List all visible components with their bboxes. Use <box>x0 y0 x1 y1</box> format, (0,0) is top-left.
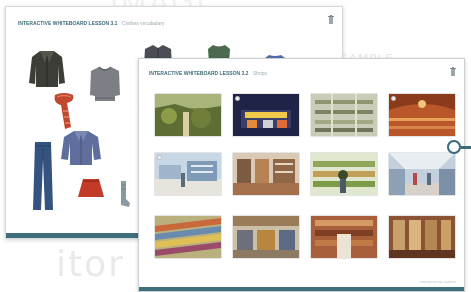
photo-badge <box>391 96 396 101</box>
photo-book-shop[interactable] <box>311 216 377 258</box>
window-title-text: INTERACTIVE WHITEBOARD LESSON 3.2 <box>149 71 249 77</box>
photo-night-market[interactable] <box>233 94 299 136</box>
photo-theatre[interactable] <box>389 94 455 136</box>
jeans-item[interactable] <box>32 140 54 212</box>
sweater-item[interactable] <box>89 65 121 103</box>
watermark-bottom: itor <box>56 244 125 285</box>
window-title: INTERACTIVE WHITEBOARD LESSON 3.1 Clothe… <box>18 21 164 27</box>
window-bottom-bar <box>139 287 464 291</box>
window-subtitle: Shops <box>252 71 268 77</box>
window-title-text: INTERACTIVE WHITEBOARD LESSON 3.1 <box>18 21 118 27</box>
circle-arrow-icon[interactable] <box>447 140 461 154</box>
garden-shop-image <box>155 94 221 136</box>
cafe-image <box>389 216 455 258</box>
photo-badge <box>235 96 240 101</box>
department-store-image <box>233 216 299 258</box>
photo-supermarket[interactable] <box>155 153 221 195</box>
handle-connector-line <box>461 146 471 149</box>
window-title: INTERACTIVE WHITEBOARD LESSON 3.2 Shops <box>149 71 267 77</box>
photo-grocery[interactable] <box>311 153 377 195</box>
blue-jacket-item[interactable] <box>60 129 102 169</box>
photo-department-store[interactable] <box>233 216 299 258</box>
photo-textile-shop[interactable] <box>155 216 221 258</box>
photo-garden-shop[interactable] <box>155 94 221 136</box>
window-subtitle: Clothes vocabulary <box>121 21 165 27</box>
clothes-shop-image <box>311 94 377 136</box>
footer-text: CORNERSTONE SAMPLE <box>419 280 456 284</box>
shopping-centre-image <box>389 153 455 195</box>
bin-icon[interactable] <box>450 67 456 77</box>
red-skirt-item[interactable] <box>77 177 105 199</box>
scarf-item[interactable] <box>49 91 79 131</box>
photo-clothes-shop[interactable] <box>311 94 377 136</box>
shops-lesson-window[interactable]: INTERACTIVE WHITEBOARD LESSON 3.2 Shops <box>138 58 465 292</box>
theatre-image <box>389 94 455 136</box>
photo-shopping-centre[interactable] <box>389 153 455 195</box>
shoe-shop-image <box>233 153 299 195</box>
photo-badge <box>157 155 162 160</box>
grocery-image <box>311 153 377 195</box>
book-shop-image <box>311 216 377 258</box>
socks-item[interactable] <box>119 179 131 209</box>
leather-jacket-item[interactable] <box>28 49 66 89</box>
textile-shop-image <box>155 216 221 258</box>
bin-icon[interactable] <box>328 15 334 25</box>
night-market-image <box>233 94 299 136</box>
photo-shoe-shop[interactable] <box>233 153 299 195</box>
photo-cafe[interactable] <box>389 216 455 258</box>
supermarket-image <box>155 153 221 195</box>
